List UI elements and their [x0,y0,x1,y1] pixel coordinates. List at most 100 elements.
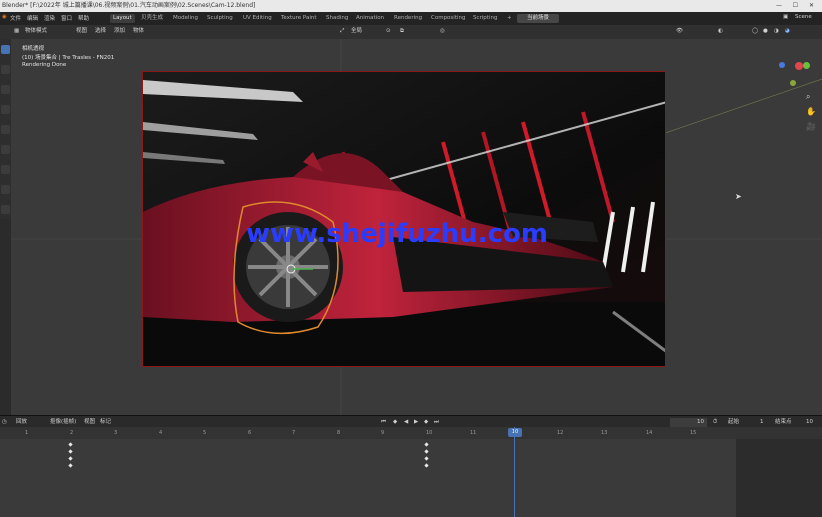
timeline-view-menu[interactable]: 视图 [84,418,95,427]
current-frame-field[interactable]: 10 [670,418,707,427]
minimize-icon[interactable]: — [776,0,782,12]
preview-range-icon[interactable]: ⏱ [713,418,717,427]
orientation-dropdown[interactable]: 全局 [351,27,362,36]
shading-wireframe-icon[interactable]: ◯ [752,27,758,36]
camera-view-icon[interactable]: 🎥 [806,122,816,131]
menu-object[interactable]: 物体 [133,27,144,36]
shading-rendered-icon[interactable]: ◕ [785,27,790,36]
tab-sculpting[interactable]: Sculpting [204,14,236,23]
add-cube-tool-icon[interactable] [1,205,10,214]
keyframe[interactable] [68,456,73,461]
editor-type-icon[interactable]: ▦ [14,27,19,36]
maximize-icon[interactable]: ☐ [793,0,798,12]
annotate-tool-icon[interactable] [1,165,10,174]
gizmo-z-axis-icon[interactable] [779,62,785,68]
frame-tick: 7 [292,430,296,436]
pan-hand-icon[interactable]: ✋ [806,107,816,116]
zoom-icon[interactable]: ⌕ [806,92,810,102]
rotate-tool-icon[interactable] [1,105,10,114]
pivot-icon[interactable]: ⊙ [386,27,391,36]
keyframe[interactable] [424,449,429,454]
tab-texture-paint[interactable]: Texture Paint [278,14,320,23]
overlay-icon[interactable]: ◐ [718,27,723,36]
keyframe[interactable] [68,442,73,447]
menu-file[interactable]: 文件 [10,14,21,22]
keyframe[interactable] [424,456,429,461]
frame-tick: 8 [337,430,341,436]
car-render-image: www.shejifuzhu.com [143,72,665,366]
scene-icon[interactable]: ▣ [783,14,788,20]
transform-tool-icon[interactable] [1,145,10,154]
play-icon[interactable]: ▶ [414,418,418,427]
tab-layout[interactable]: Layout [110,14,135,23]
close-icon[interactable]: ✕ [809,0,814,12]
scene-mode-button[interactable]: 当前场景 [517,14,560,23]
menu-edit[interactable]: 编辑 [27,14,38,22]
tab-compositing[interactable]: Compositing [428,14,468,23]
frame-tick: 14 [646,430,653,436]
frame-tick: 12 [557,430,564,436]
jump-start-icon[interactable]: ⏮ [381,418,386,427]
move-tool-icon[interactable] [1,85,10,94]
tab-modeling[interactable]: Modeling [170,14,201,23]
frame-tick: 15 [690,430,697,436]
menu-select[interactable]: 选择 [95,27,106,36]
cursor-tool-icon[interactable] [1,65,10,74]
orientation-icon[interactable]: ⤢ [340,27,344,36]
jump-end-icon[interactable]: ⏭ [434,418,439,427]
add-workspace-button[interactable]: + [504,14,515,23]
menu-add[interactable]: 添加 [114,27,125,36]
gizmo-y-axis-icon[interactable] [803,62,810,69]
frame-tick: 4 [159,430,163,436]
gizmo-neg-y-icon[interactable] [790,80,796,86]
timeline-playback-menu[interactable]: 回放 [16,418,27,427]
watermark-text: www.shejifuzhu.com [246,219,548,249]
shading-material-icon[interactable]: ◑ [774,27,779,36]
frame-tick: 9 [381,430,385,436]
menu-help[interactable]: 帮助 [78,14,89,22]
tab-shading[interactable]: Shading [323,14,351,23]
shading-solid-icon[interactable]: ● [763,27,768,36]
next-key-icon[interactable]: ◆ [424,418,428,427]
prev-key-icon[interactable]: ◆ [393,418,397,427]
select-tool-icon[interactable] [1,45,10,54]
playhead-frame-indicator[interactable]: 10 [508,428,522,437]
keyframe[interactable] [68,463,73,468]
timeline-keying-menu[interactable]: 抠像(插帧) [50,418,76,427]
menu-render[interactable]: 渲染 [44,14,55,22]
blender-logo-icon[interactable]: ◉ [2,14,7,20]
start-frame-value[interactable]: 1 [760,418,764,427]
keyframe[interactable] [68,449,73,454]
scale-tool-icon[interactable] [1,125,10,134]
frame-tick: 1 [25,430,29,436]
tab-shell[interactable]: 贝壳生成 [138,14,166,23]
tab-rendering[interactable]: Rendering [391,14,425,23]
camera-render-frame[interactable]: www.shejifuzhu.com [142,71,666,367]
timeline-out-of-range [736,439,822,517]
measure-tool-icon[interactable] [1,185,10,194]
frame-tick: 5 [203,430,207,436]
timeline-ruler[interactable]: 1 2 3 4 5 6 7 8 9 10 11 12 13 14 15 10 [0,427,822,439]
snap-icon[interactable]: ⧉ [400,27,404,36]
scene-name[interactable]: Scene [795,14,812,20]
timeline-area[interactable] [0,427,822,517]
mouse-cursor-icon: ➤ [735,192,742,201]
frame-tick: 13 [601,430,608,436]
tab-animation[interactable]: Animation [353,14,387,23]
menu-view[interactable]: 视图 [76,27,87,36]
keyframe[interactable] [424,442,429,447]
tab-uv-editing[interactable]: UV Editing [240,14,275,23]
tab-scripting[interactable]: Scripting [470,14,500,23]
keyframe[interactable] [424,463,429,468]
menu-window[interactable]: 窗口 [61,14,72,22]
mode-dropdown[interactable]: 物体模式 [25,27,47,36]
timeline-marker-menu[interactable]: 标记 [100,418,111,427]
playhead-line[interactable] [514,427,515,517]
gizmo-x-axis-icon[interactable] [795,62,803,70]
end-frame-value[interactable]: 10 [806,418,813,427]
timeline-editor-icon[interactable]: ◷ [2,418,7,427]
play-reverse-icon[interactable]: ◀ [404,418,408,427]
render-status: Rendering Done [22,62,67,68]
proportional-edit-icon[interactable]: ◎ [440,27,445,36]
visibility-icon[interactable]: 👁 [676,27,683,36]
